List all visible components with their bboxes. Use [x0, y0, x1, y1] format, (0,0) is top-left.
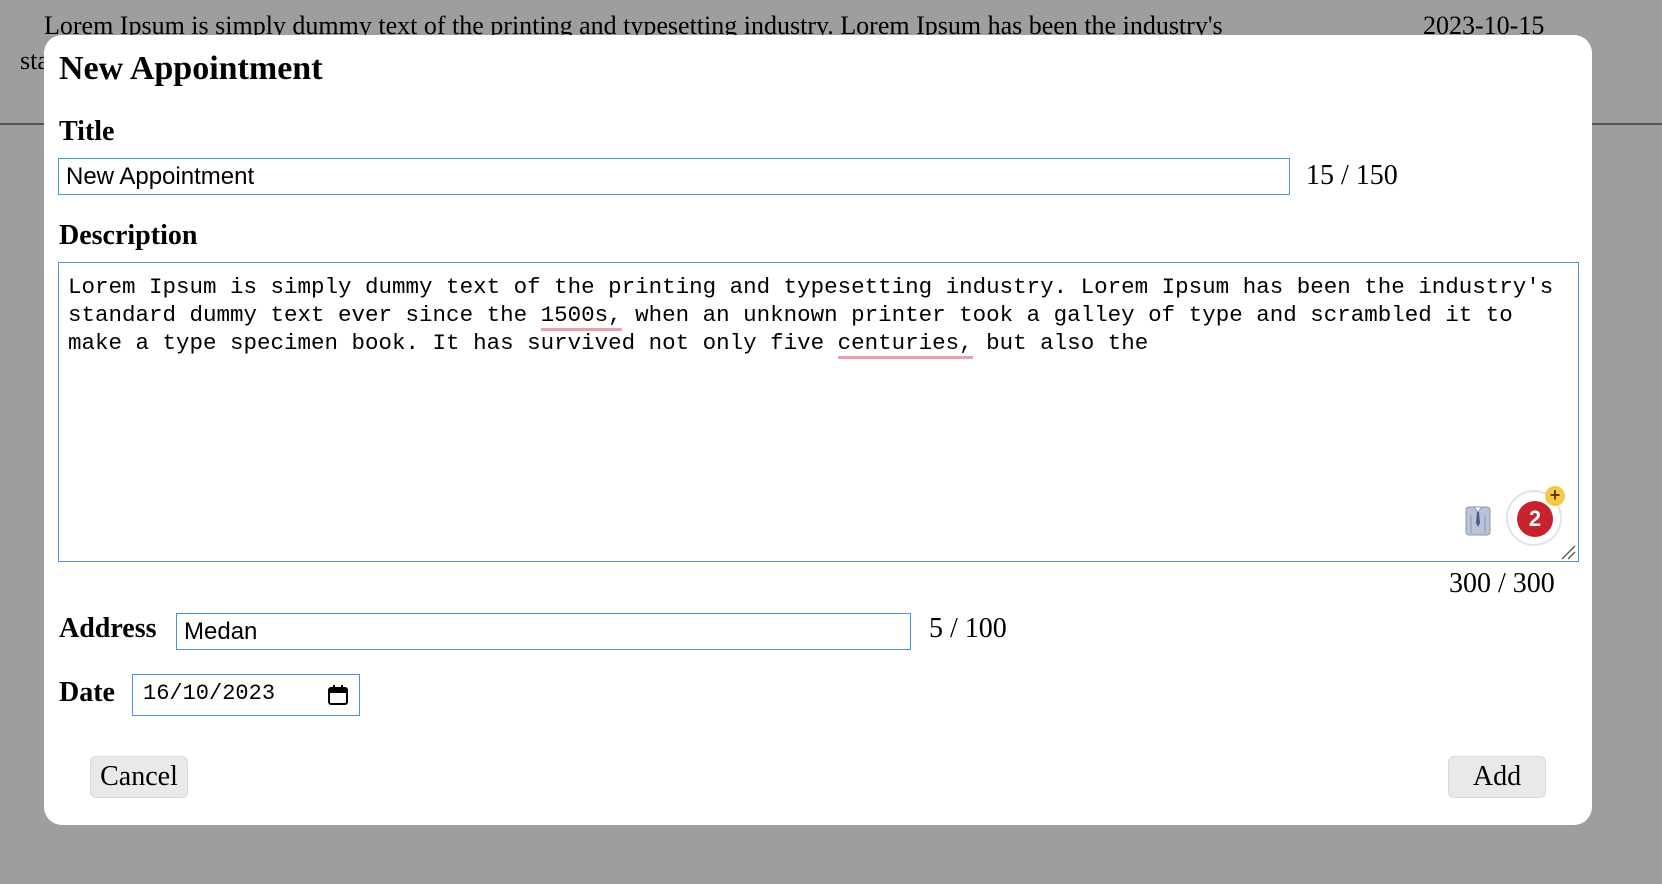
title-counter: 15 / 150 [1306, 160, 1398, 191]
dialog-title: New Appointment [59, 50, 323, 87]
cancel-button[interactable]: Cancel [90, 756, 188, 798]
description-textarea[interactable]: Lorem Ipsum is simply dummy text of the … [58, 262, 1579, 562]
date-label: Date [59, 677, 115, 708]
description-counter: 300 / 300 [1449, 568, 1555, 599]
new-appointment-dialog: New Appointment Title 15 / 150 Descripti… [44, 35, 1592, 825]
title-label: Title [59, 116, 115, 147]
address-label: Address [59, 613, 157, 644]
description-label: Description [59, 220, 198, 251]
date-input[interactable]: 16/10/2023 [132, 674, 360, 716]
title-input[interactable] [58, 158, 1290, 195]
extension-badge-plus: + [1545, 486, 1565, 506]
address-input[interactable] [176, 613, 911, 650]
misspelled-word-centuries[interactable]: centuries, [837, 330, 973, 359]
date-value: 16/10/2023 [143, 681, 276, 706]
calendar-icon[interactable] [327, 684, 349, 706]
address-counter: 5 / 100 [929, 613, 1007, 644]
resize-grip-icon[interactable] [1560, 544, 1576, 560]
add-button[interactable]: Add [1448, 756, 1546, 798]
tie-icon[interactable] [1463, 503, 1493, 537]
extension-badge-count: 2 [1517, 501, 1553, 537]
extension-badge-icon[interactable]: 2 + [1508, 486, 1565, 544]
misspelled-word-1500s[interactable]: 1500s, [540, 302, 622, 331]
description-text-part3: but also the [972, 330, 1149, 356]
